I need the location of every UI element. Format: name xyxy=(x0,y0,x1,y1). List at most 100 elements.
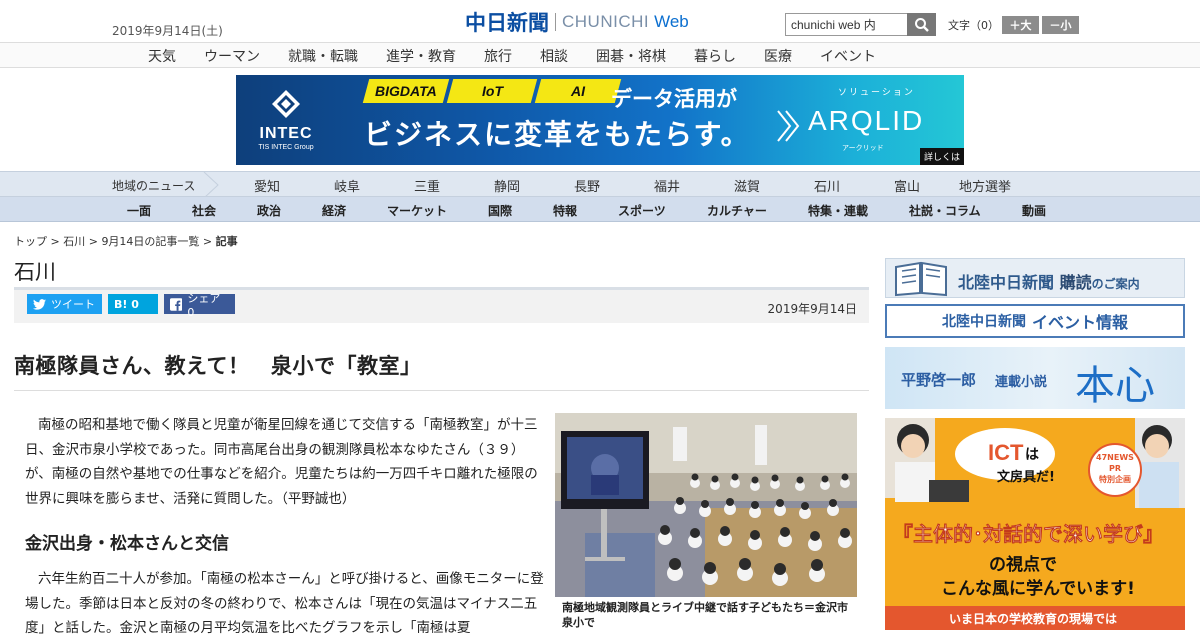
site-logo[interactable]: 中日新聞 CHUNICHI Web xyxy=(465,8,689,36)
breadcrumb-top[interactable]: トップ xyxy=(14,235,47,248)
article-photo[interactable] xyxy=(555,413,857,597)
genre-society[interactable]: 社会 xyxy=(192,202,216,219)
search-button[interactable] xyxy=(907,13,936,36)
genre-front[interactable]: 一面 xyxy=(127,202,151,219)
nav-consult[interactable]: 相談 xyxy=(540,46,568,66)
article-body: 六年生約百二十人が参加。「南極の松本さーん」と呼び掛けると、画像モニターに登場し… xyxy=(25,571,544,636)
nav-jobs[interactable]: 就職・転職 xyxy=(288,46,358,66)
top-bar: 2019年9月14日(土) 中日新聞 CHUNICHI Web 文字（0） ＋大… xyxy=(0,0,1200,42)
genre-editorial[interactable]: 社説・コラム xyxy=(909,202,981,219)
newspaper-book-icon xyxy=(895,261,947,297)
novel-banner[interactable]: 平野啓一郎 連載小説 本心 xyxy=(885,347,1185,409)
font-smaller-button[interactable]: －小 xyxy=(1042,16,1079,34)
intec-logo: INTEC TIS INTEC Group xyxy=(236,75,336,165)
share-bar: ツイート B! 0 シェア 0 2019年9月14日 xyxy=(14,290,869,323)
genre-nav: 一面 社会 政治 経済 マーケット 国際 特報 スポーツ カルチャー 特集・連載… xyxy=(0,197,1200,222)
genre-features[interactable]: 特集・連載 xyxy=(808,202,868,219)
genre-market[interactable]: マーケット xyxy=(387,202,447,219)
banner-tag-ai: AI xyxy=(534,79,622,103)
facebook-share-button[interactable]: シェア 0 xyxy=(164,292,235,319)
breadcrumb-region[interactable]: 石川 xyxy=(63,235,85,248)
event-info-banner[interactable]: 北陸中日新聞 イベント情報 xyxy=(885,304,1185,338)
banner-tags: BIGDATA IoT AI xyxy=(362,79,622,103)
nav-woman[interactable]: ウーマン xyxy=(204,46,260,66)
search-icon xyxy=(914,17,929,32)
photo-caption: 南極地域観測隊員とライブ中継で話す子どもたち＝金沢市泉小で xyxy=(562,601,848,629)
region-fukui[interactable]: 福井 xyxy=(654,176,680,195)
novel-author: 平野啓一郎 xyxy=(901,371,977,389)
ict-sub2: 文房具だ! xyxy=(997,470,1055,485)
chevron-right-icon xyxy=(777,110,800,142)
banner-product: ARQLID xyxy=(808,105,925,136)
ict-quote: 『主体的･対話的で深い学び』 xyxy=(893,522,1163,546)
novel-title: 本心 xyxy=(1075,363,1155,409)
current-date: 2019年9月14日(土) xyxy=(112,24,223,38)
genre-sports[interactable]: スポーツ xyxy=(618,202,666,219)
banner-details-link[interactable]: 詳しくは xyxy=(919,148,964,165)
article-headline: 南極隊員さん、教えて！ 泉小で「教室」 xyxy=(14,354,422,378)
intec-sub: TIS INTEC Group xyxy=(258,144,314,151)
article-lead: 南極の昭和基地で働く隊員と児童が衛星回線を通じて交信する「南極教室」が十三日、金… xyxy=(25,417,538,507)
logo-japanese: 中日新聞 xyxy=(465,10,549,35)
nav-medical[interactable]: 医療 xyxy=(764,46,792,66)
nav-events[interactable]: イベント xyxy=(820,46,876,66)
banner-ad[interactable]: INTEC TIS INTEC Group BIGDATA IoT AI データ… xyxy=(236,75,964,165)
ict-line2: の視点で xyxy=(989,555,1057,575)
region-aichi[interactable]: 愛知 xyxy=(254,176,280,195)
font-size-label: 文字（0） xyxy=(948,19,999,32)
region-ishikawa[interactable]: 石川 xyxy=(814,176,840,195)
font-bigger-button[interactable]: ＋大 xyxy=(1002,16,1039,34)
section-title: 石川 xyxy=(14,260,56,284)
novel-label: 連載小説 xyxy=(995,375,1048,390)
ict-sub1: は xyxy=(1025,447,1039,463)
tweet-label: ツイート xyxy=(51,298,95,311)
genre-culture[interactable]: カルチャー xyxy=(707,202,767,219)
nav-go-shogi[interactable]: 囲碁・将棋 xyxy=(596,46,666,66)
article-subhead: 金沢出身・松本さんと交信 xyxy=(25,534,229,554)
subscribe-text: 北陸中日新聞 購読のご案内 xyxy=(958,273,1140,292)
region-shizuoka[interactable]: 静岡 xyxy=(494,176,520,195)
genre-economy[interactable]: 経済 xyxy=(322,202,346,219)
breadcrumb-current: 記事 xyxy=(215,235,238,248)
banner-headline-2: ビジネスに変革をもたらす。 xyxy=(364,118,751,151)
category-nav: 天気 ウーマン 就職・転職 進学・教育 旅行 相談 囲碁・将棋 暮らし 医療 イ… xyxy=(0,42,1200,68)
region-nagano[interactable]: 長野 xyxy=(574,176,600,195)
nav-living[interactable]: 暮らし xyxy=(694,46,736,66)
tweet-button[interactable]: ツイート xyxy=(27,294,102,314)
hatena-button[interactable]: B! 0 xyxy=(108,294,158,314)
genre-politics[interactable]: 政治 xyxy=(257,202,281,219)
breadcrumb-list[interactable]: 9月14日の記事一覧 xyxy=(101,235,199,248)
genre-video[interactable]: 動画 xyxy=(1022,202,1046,219)
facebook-share-label: シェア 0 xyxy=(187,291,221,319)
ict-title: ICT xyxy=(988,440,1024,465)
logo-web: Web xyxy=(654,12,689,31)
nav-travel[interactable]: 旅行 xyxy=(484,46,512,66)
intec-diamond-icon xyxy=(272,90,300,118)
search-input[interactable] xyxy=(785,13,908,36)
region-local-elections[interactable]: 地方選挙 xyxy=(959,176,1011,195)
logo-english: CHUNICHI xyxy=(562,12,650,31)
twitter-icon xyxy=(33,298,46,310)
genre-special[interactable]: 特報 xyxy=(553,202,577,219)
ict-line4: いま日本の学校教育の現場では xyxy=(949,612,1118,626)
intec-name: INTEC xyxy=(259,125,313,142)
banner-solution: ソリューション xyxy=(838,88,915,98)
nav-weather[interactable]: 天気 xyxy=(148,46,176,66)
classroom-photo-illustration xyxy=(555,413,857,597)
region-arrow-icon xyxy=(203,172,219,198)
region-shiga[interactable]: 滋賀 xyxy=(734,176,760,195)
nav-education[interactable]: 進学・教育 xyxy=(386,46,456,66)
breadcrumb: トップ > 石川 > 9月14日の記事一覧 > 記事 xyxy=(14,235,238,248)
region-nav: 地域のニュース 愛知 岐阜 三重 静岡 長野 福井 滋賀 石川 富山 地方選挙 xyxy=(0,171,1200,198)
region-mie[interactable]: 三重 xyxy=(414,176,440,195)
genre-international[interactable]: 国際 xyxy=(488,202,512,219)
ict-ad-banner[interactable]: ICT は 文房具だ! 47NEWS PR 特別企画 『主体的･対話的で深い学び… xyxy=(885,418,1185,630)
banner-tag-bigdata: BIGDATA xyxy=(362,79,450,103)
region-toyama[interactable]: 富山 xyxy=(894,176,920,195)
region-gifu[interactable]: 岐阜 xyxy=(334,176,360,195)
headline-divider xyxy=(14,390,869,391)
banner-headline-1: データ活用が xyxy=(611,87,737,111)
facebook-icon xyxy=(170,297,183,311)
region-nav-label: 地域のニュース xyxy=(112,179,196,193)
subscribe-banner[interactable]: 北陸中日新聞 購読のご案内 xyxy=(885,258,1185,298)
